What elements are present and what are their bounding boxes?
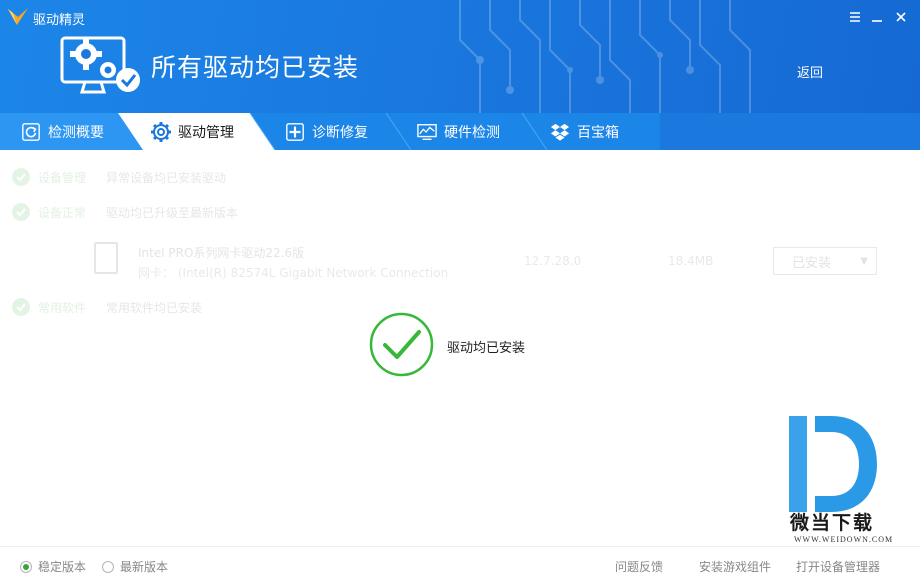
check-icon [12, 168, 30, 186]
network-card-icon [94, 242, 118, 274]
list-item-title: 常用软件 [38, 300, 87, 315]
close-button[interactable] [890, 6, 912, 28]
list-item-desc: 异常设备均已安装驱动 [106, 170, 227, 185]
chart-monitor-icon [416, 121, 438, 143]
list-item: 设备管理 异常设备均已安装驱动 [12, 168, 226, 186]
tab-overview[interactable]: 检测概要 [20, 113, 104, 150]
status-message: 驱动均已安装 [447, 341, 526, 356]
minimize-icon [872, 20, 882, 22]
gear-icon [150, 121, 172, 143]
tab-diagnose-repair-label: 诊断修复 [312, 124, 368, 141]
device-model: 网卡： (Intel(R) 82574L Gigabit Network Con… [138, 266, 449, 280]
refresh-icon [20, 121, 42, 143]
check-icon [12, 298, 30, 316]
stable-version-radio[interactable]: 稳定版本 [20, 558, 86, 575]
list-item: 常用软件 常用软件均已安装 [12, 298, 202, 316]
tab-toolbox-label: 百宝箱 [577, 124, 619, 141]
install-game-components-link[interactable]: 安装游戏组件 [699, 558, 771, 575]
latest-version-radio[interactable]: 最新版本 [102, 558, 168, 575]
driver-panel: 设备管理 异常设备均已安装驱动 设备正常 驱动均已升级至最新版本 Intel P… [0, 150, 920, 545]
monitor-gear-icon [60, 36, 140, 94]
tab-bar: 检测概要 驱动管理 诊断修复 硬件检测 百宝箱 [0, 113, 920, 150]
faded-driver-list: 设备管理 异常设备均已安装驱动 设备正常 驱动均已升级至最新版本 Intel P… [0, 150, 920, 320]
app-logo-icon [8, 8, 28, 25]
installed-button: 已安装 ▼ [773, 247, 877, 275]
dropbox-icon [549, 121, 571, 143]
feedback-link[interactable]: 问题反馈 [615, 558, 663, 575]
tab-driver-management[interactable]: 驱动管理 [150, 113, 234, 150]
list-item-title: 设备正常 [38, 205, 87, 220]
close-icon [896, 12, 906, 22]
list-item-desc: 驱动均已升级至最新版本 [106, 205, 239, 220]
open-device-manager-link[interactable]: 打开设备管理器 [796, 558, 880, 575]
status-bar: 稳定版本 最新版本 问题反馈 安装游戏组件 打开设备管理器 [0, 546, 920, 580]
tab-hardware-check-label: 硬件检测 [444, 124, 500, 141]
watermark-brand: 微当下载 [790, 512, 875, 534]
list-item: 设备正常 驱动均已升级至最新版本 [12, 203, 238, 221]
radio-label: 稳定版本 [38, 560, 87, 574]
back-link[interactable]: 返回 [797, 62, 823, 81]
tab-overview-label: 检测概要 [48, 124, 104, 141]
radio-label: 最新版本 [120, 560, 169, 574]
circuit-pattern [459, 0, 751, 113]
tab-toolbox[interactable]: 百宝箱 [549, 113, 619, 150]
title-bar: 驱动精灵 所有驱动均已安装 返回 [0, 0, 920, 113]
plus-icon [284, 121, 306, 143]
radio-unchecked-icon [102, 560, 114, 573]
tab-diagnose-repair[interactable]: 诊断修复 [284, 113, 368, 150]
list-item-desc: 常用软件均已安装 [106, 300, 203, 315]
minimize-button[interactable] [866, 6, 888, 28]
driver-version: 12.7.28.0 [524, 254, 582, 268]
tab-driver-management-label: 驱动管理 [178, 124, 234, 141]
menu-icon [850, 12, 860, 22]
chevron-down-icon: ▼ [860, 255, 868, 267]
success-check-icon [369, 312, 434, 377]
check-icon [12, 203, 30, 221]
watermark-url: WWW.WEIDOWN.COM [794, 535, 894, 544]
tab-hardware-check[interactable]: 硬件检测 [416, 113, 500, 150]
menu-button[interactable] [844, 6, 866, 28]
list-item-title: 设备管理 [38, 170, 87, 185]
page-title: 所有驱动均已安装 [151, 53, 360, 82]
driver-size: 18.4MB [668, 254, 714, 268]
radio-checked-icon [20, 560, 32, 573]
installed-button-label: 已安装 [792, 255, 832, 271]
app-title: 驱动精灵 [33, 13, 86, 28]
device-name: Intel PRO系列网卡驱动22.6版 [138, 246, 305, 260]
